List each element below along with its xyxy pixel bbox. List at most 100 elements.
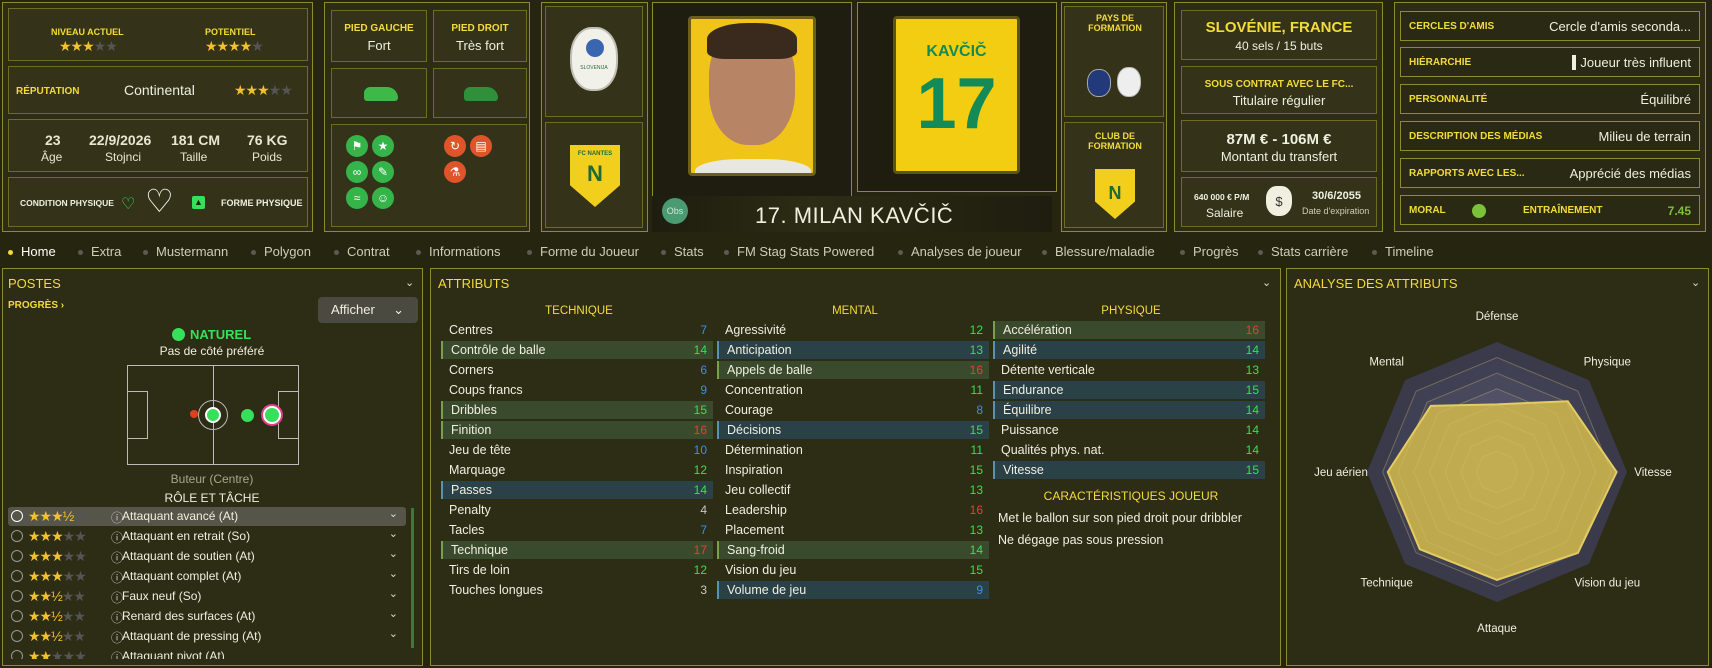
attribute-row[interactable]: Puissance 14 <box>993 421 1265 439</box>
attribute-row[interactable]: Technique 17 <box>441 541 713 559</box>
role-radio[interactable] <box>11 630 23 642</box>
role-radio[interactable] <box>11 550 23 562</box>
attribute-row[interactable]: Courage 8 <box>717 401 989 419</box>
role-radio[interactable] <box>11 610 23 622</box>
role-row[interactable]: ★★★★★ ⓘ Attaquant de soutien (At) ⌄ <box>8 547 406 566</box>
attribute-row[interactable]: Inspiration 15 <box>717 461 989 479</box>
chevron-down-icon[interactable]: ⌄ <box>389 607 398 620</box>
attribute-row[interactable]: Vitesse 15 <box>993 461 1265 479</box>
tab-home[interactable]: Home <box>8 244 56 259</box>
trait-flag-icon[interactable]: ⚑ <box>346 135 368 157</box>
role-row[interactable]: ★★½★★ ⓘ Faux neuf (So) ⌄ <box>8 587 406 606</box>
attribute-name: Inspiration <box>725 463 783 477</box>
attribute-row[interactable]: Coups francs 9 <box>441 381 713 399</box>
tab-forme[interactable]: Forme du Joueur <box>527 244 639 259</box>
chevron-down-icon[interactable]: ⌄ <box>389 567 398 580</box>
pos-marker-striker[interactable] <box>263 406 281 424</box>
attribute-value: 14 <box>1245 423 1259 437</box>
chevron-down-icon[interactable]: ⌄ <box>389 627 398 640</box>
tab-label: Forme du Joueur <box>540 244 639 259</box>
attribute-row[interactable]: Détente verticale 13 <box>993 361 1265 379</box>
role-row[interactable]: ★★★★★ ⓘ Attaquant complet (At) ⌄ <box>8 567 406 586</box>
attribute-row[interactable]: Concentration 11 <box>717 381 989 399</box>
role-stars: ★★½★★ <box>28 588 86 604</box>
tab-stats[interactable]: Stats <box>661 244 704 259</box>
trait-flask-icon[interactable]: ⚗ <box>444 161 466 183</box>
trait-star-icon[interactable]: ★ <box>372 135 394 157</box>
role-radio[interactable] <box>11 530 23 542</box>
tab-fm-stag[interactable]: FM Stag Stats Powered <box>724 244 874 259</box>
role-row[interactable]: ★★★★★ ⓘ Attaquant pivot (At) <box>8 647 406 659</box>
pitch-map <box>127 365 299 465</box>
attribute-row[interactable]: Finition 16 <box>441 421 713 439</box>
role-row[interactable]: ★★★★★ ⓘ Attaquant en retrait (So) ⌄ <box>8 527 406 546</box>
trait-doc-icon[interactable]: ▤ <box>470 135 492 157</box>
role-stars: ★★★★★ <box>28 548 87 564</box>
tab-timeline[interactable]: Timeline <box>1372 244 1434 259</box>
tab-analyses[interactable]: Analyses de joueur <box>898 244 1022 259</box>
attribute-row[interactable]: Agilité 14 <box>993 341 1265 359</box>
attribute-row[interactable]: Volume de jeu 9 <box>717 581 989 599</box>
role-row[interactable]: ★★★½★ ⓘ Attaquant avancé (At) ⌄ <box>8 507 406 526</box>
attribute-row[interactable]: Leadership 16 <box>717 501 989 519</box>
attribute-row[interactable]: Accélération 16 <box>993 321 1265 339</box>
attribute-row[interactable]: Équilibre 14 <box>993 401 1265 419</box>
attribute-row[interactable]: Sang-froid 14 <box>717 541 989 559</box>
role-row[interactable]: ★★½★★ ⓘ Renard des surfaces (At) ⌄ <box>8 607 406 626</box>
obs-badge[interactable]: Obs <box>662 198 688 224</box>
attribute-row[interactable]: Vision du jeu 15 <box>717 561 989 579</box>
tab-blessure[interactable]: Blessure/maladie <box>1042 244 1155 259</box>
tab-mustermann[interactable]: Mustermann <box>143 244 228 259</box>
chevron-down-icon[interactable]: ⌄ <box>389 527 398 540</box>
trait-boot-icon[interactable]: ≈ <box>346 187 368 209</box>
trait-tool-icon[interactable]: ✎ <box>372 161 394 183</box>
attribute-row[interactable]: Marquage 12 <box>441 461 713 479</box>
attribute-row[interactable]: Centres 7 <box>441 321 713 339</box>
tab-informations[interactable]: Informations <box>416 244 501 259</box>
tab-contrat[interactable]: Contrat <box>334 244 390 259</box>
attribute-row[interactable]: Appels de balle 16 <box>717 361 989 379</box>
attribute-row[interactable]: Touches longues 3 <box>441 581 713 599</box>
analyse-collapse-icon[interactable]: ⌄ <box>1691 276 1700 289</box>
attribute-value: 13 <box>1245 363 1259 377</box>
roles-scrollbar[interactable] <box>411 508 414 648</box>
attribute-row[interactable]: Corners 6 <box>441 361 713 379</box>
attribute-row[interactable]: Endurance 15 <box>993 381 1265 399</box>
attribute-row[interactable]: Jeu de tête 10 <box>441 441 713 459</box>
attribute-row[interactable]: Qualités phys. nat. 14 <box>993 441 1265 459</box>
trait-ball-icon[interactable]: ↻ <box>444 135 466 157</box>
tab-polygon[interactable]: Polygon <box>251 244 311 259</box>
role-row[interactable]: ★★½★★ ⓘ Attaquant de pressing (At) ⌄ <box>8 627 406 646</box>
attribute-row[interactable]: Détermination 11 <box>717 441 989 459</box>
attribute-value: 14 <box>693 483 707 497</box>
postes-collapse-icon[interactable]: ⌄ <box>405 276 414 289</box>
trait-smile-icon[interactable]: ☺ <box>372 187 394 209</box>
attribute-name: Volume de jeu <box>727 583 807 597</box>
progres-link[interactable]: PROGRÈS › <box>8 300 64 311</box>
role-radio[interactable] <box>11 570 23 582</box>
tab-extra[interactable]: Extra <box>78 244 121 259</box>
attribute-row[interactable]: Penalty 4 <box>441 501 713 519</box>
attribute-row[interactable]: Tirs de loin 12 <box>441 561 713 579</box>
attribute-row[interactable]: Décisions 15 <box>717 421 989 439</box>
social-row-value: Milieu de terrain <box>1598 129 1692 144</box>
attribute-row[interactable]: Dribbles 15 <box>441 401 713 419</box>
role-radio[interactable] <box>11 590 23 602</box>
attribute-row[interactable]: Placement 13 <box>717 521 989 539</box>
attribute-row[interactable]: Passes 14 <box>441 481 713 499</box>
tab-progres[interactable]: Progrès <box>1180 244 1239 259</box>
chevron-down-icon[interactable]: ⌄ <box>389 507 398 520</box>
tab-stats-carriere[interactable]: Stats carrière <box>1258 244 1348 259</box>
attribute-row[interactable]: Anticipation 13 <box>717 341 989 359</box>
trait-link-icon[interactable]: ∞ <box>346 161 368 183</box>
attribute-row[interactable]: Tacles 7 <box>441 521 713 539</box>
attribute-row[interactable]: Contrôle de balle 14 <box>441 341 713 359</box>
role-radio[interactable] <box>11 510 23 522</box>
chevron-down-icon[interactable]: ⌄ <box>389 547 398 560</box>
chevron-down-icon[interactable]: ⌄ <box>389 587 398 600</box>
afficher-button[interactable]: Afficher ⌄ <box>318 297 418 323</box>
attributs-collapse-icon[interactable]: ⌄ <box>1262 276 1271 289</box>
attribute-row[interactable]: Jeu collectif 13 <box>717 481 989 499</box>
role-radio[interactable] <box>11 650 23 659</box>
attribute-row[interactable]: Agressivité 12 <box>717 321 989 339</box>
